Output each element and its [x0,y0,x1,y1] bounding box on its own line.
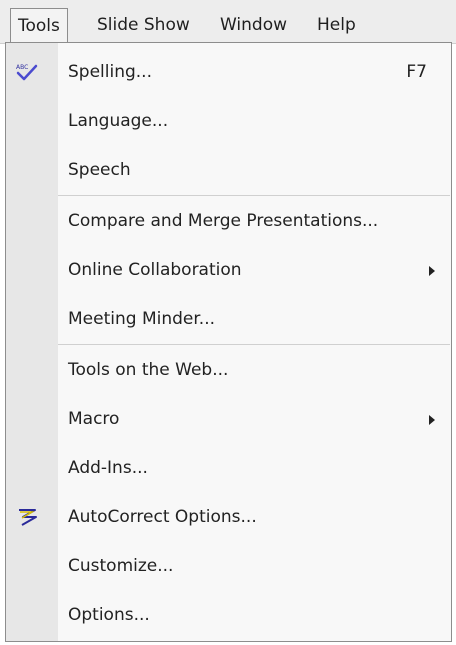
menu-item-label: Compare and Merge Presentations... [68,211,379,231]
menu-item-tools-on-web[interactable]: Tools on the Web... [6,346,451,395]
menu-item-label: AutoCorrect Options... [68,507,257,527]
menu-item-macro[interactable]: Macro [6,395,451,444]
autocorrect-lightning-icon [16,507,40,527]
menu-item-label: Add-Ins... [68,458,148,478]
menu-item-meeting-minder[interactable]: Meeting Minder... [6,295,451,344]
menu-bar: Tools Slide Show Window Help [0,0,456,44]
menubar-help[interactable]: Help [317,8,356,42]
menu-item-label: Meeting Minder... [68,309,215,329]
menu-separator [58,344,450,345]
menu-item-label: Speech [68,160,131,180]
menubar-slide-show[interactable]: Slide Show [97,8,190,42]
menu-item-customize[interactable]: Customize... [6,542,451,591]
menu-item-label: Spelling... [68,62,152,82]
menu-item-speech[interactable]: Speech [6,146,451,195]
menu-item-language[interactable]: Language... [6,97,451,146]
menu-item-label: Macro [68,409,120,429]
menu-item-label: Options... [68,605,150,625]
menu-item-spelling[interactable]: ABC Spelling... F7 [6,48,451,97]
menubar-tools[interactable]: Tools [10,8,68,42]
menu-item-autocorrect-options[interactable]: AutoCorrect Options... [6,493,451,542]
submenu-arrow-icon [429,266,435,276]
menu-item-online-collaboration[interactable]: Online Collaboration [6,246,451,295]
tools-dropdown-menu: ABC Spelling... F7 Language... Speech Co… [5,42,452,642]
menu-item-options[interactable]: Options... [6,591,451,640]
menu-item-label: Customize... [68,556,174,576]
svg-text:ABC: ABC [16,64,28,71]
menu-item-add-ins[interactable]: Add-Ins... [6,444,451,493]
menu-item-label: Tools on the Web... [68,360,229,380]
menu-item-compare-merge[interactable]: Compare and Merge Presentations... [6,197,451,246]
menu-item-label: Language... [68,111,169,131]
menubar-window[interactable]: Window [220,8,287,42]
submenu-arrow-icon [429,415,435,425]
menu-separator [58,195,450,196]
spelling-check-icon: ABC [16,62,40,82]
menu-item-label: Online Collaboration [68,260,242,280]
menu-item-shortcut: F7 [406,62,427,82]
